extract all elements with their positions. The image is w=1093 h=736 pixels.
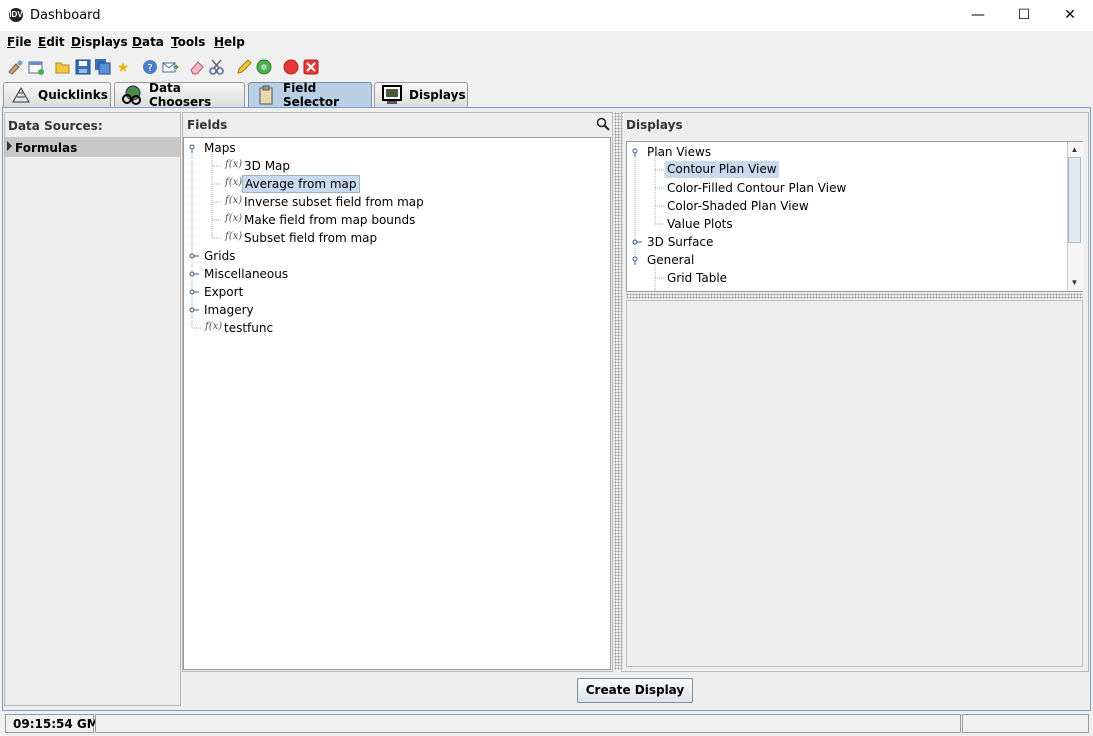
status-memory-cell [962,714,1089,733]
menu-data[interactable]: Data [132,35,164,49]
tab-data-choosers[interactable]: Data Choosers [114,81,245,109]
svg-text:?: ? [147,63,152,74]
tab-label: Quicklinks [38,88,108,102]
horizontal-splitter[interactable] [626,293,1083,299]
close-button[interactable]: ✕ [1047,0,1093,31]
scroll-up-icon[interactable]: ▲ [1068,143,1081,157]
quicklinks-icon [10,85,32,105]
tab-field-selector[interactable]: Field Selector [248,81,372,109]
favorite-star-icon[interactable]: ★ [114,58,132,76]
clipboard-icon [255,85,277,105]
menu-tools[interactable]: Tools [171,35,205,49]
expand-arrow-icon[interactable] [7,141,12,151]
stop-record-icon[interactable] [282,58,300,76]
tree-leaf[interactable]: 3D Map [244,159,290,173]
tree-node-plan-views[interactable]: Plan Views [647,145,711,159]
open-folder-icon[interactable] [54,58,72,76]
eraser-icon[interactable] [188,58,206,76]
tree-node-miscellaneous[interactable]: Miscellaneous [204,267,288,281]
function-icon: f(x) [225,231,243,242]
help-icon[interactable]: ? [141,58,159,76]
save-as-icon[interactable] [94,58,112,76]
title-bar [0,0,1093,31]
data-sources-panel [4,112,181,706]
tab-label: Displays [409,88,466,102]
close-red-icon[interactable] [302,58,320,76]
collapsed-node-icon[interactable] [188,287,200,297]
tree-leaf[interactable]: Make field from map bounds [244,213,415,227]
window-title: Dashboard [30,8,101,23]
fields-label: Fields [187,118,228,132]
collapsed-node-icon[interactable] [631,237,643,247]
menu-help[interactable]: Help [214,35,245,49]
data-source-item-label: Formulas [15,141,78,155]
tree-leaf[interactable]: Color-Shaded Plan View [667,199,809,213]
maximize-button[interactable]: ☐ [1001,0,1047,31]
menu-edit[interactable]: Edit [38,35,65,49]
new-window-icon[interactable] [27,58,45,76]
export-mail-icon[interactable] [161,58,179,76]
tree-leaf-testfunc[interactable]: testfunc [224,321,273,335]
function-icon: f(x) [205,321,223,332]
menu-bar [0,31,1093,53]
tree-node-imagery[interactable]: Imagery [204,303,254,317]
status-message-cell [95,714,961,733]
tree-leaf[interactable]: Grid Table [667,271,727,285]
tree-leaf-selected[interactable]: Contour Plan View [665,161,779,178]
tree-leaf[interactable]: Inverse subset field from map [244,195,424,209]
save-icon[interactable] [74,58,92,76]
displays-label: Displays [626,118,683,132]
tree-node-3d-surface[interactable]: 3D Surface [647,235,713,249]
tab-quicklinks[interactable]: Quicklinks [3,82,111,107]
create-display-button[interactable]: Create Display [577,678,693,703]
tree-leaf-selected[interactable]: Average from map [242,175,360,193]
app-icon: IDV [9,8,23,22]
function-icon: f(x) [225,177,243,188]
tab-displays[interactable]: Displays [374,82,468,107]
menu-displays[interactable]: Displays [71,35,128,49]
tree-leaf[interactable]: Value Plots [667,217,733,231]
search-icon[interactable] [596,117,610,131]
scroll-thumb[interactable] [1068,157,1081,243]
wizard-icon[interactable] [7,58,25,76]
tree-node-maps[interactable]: Maps [204,141,236,155]
collapsed-node-icon[interactable] [188,269,200,279]
function-icon: f(x) [225,159,243,170]
expanded-node-icon[interactable] [631,255,641,265]
tab-label: Field Selector [283,81,340,109]
tree-node-export[interactable]: Export [204,285,243,299]
function-icon: f(x) [225,195,243,206]
status-time: 09:15:54 GMT [13,717,107,731]
tree-leaf[interactable]: Color-Filled Contour Plan View [667,181,846,195]
expanded-node-icon[interactable] [631,147,641,157]
function-icon: f(x) [225,213,243,224]
data-sources-label: Data Sources: [8,119,103,133]
display-settings-area [626,300,1083,667]
tree-node-general[interactable]: General [647,253,694,267]
monitor-icon [381,85,403,105]
collapsed-node-icon[interactable] [188,305,200,315]
tab-label: Data Choosers [149,81,212,109]
data-choosers-icon [121,85,143,105]
pencil-icon[interactable] [235,58,253,76]
collapsed-node-icon[interactable] [188,251,200,261]
refresh-globe-icon[interactable] [255,58,273,76]
tree-node-grids[interactable]: Grids [204,249,235,263]
expanded-node-icon[interactable] [188,143,198,153]
scissors-icon[interactable] [208,58,226,76]
minimize-button[interactable]: — [955,0,1001,31]
scroll-down-icon[interactable]: ▼ [1068,276,1081,290]
menu-file[interactable]: File [7,35,32,49]
tree-leaf[interactable]: Subset field from map [244,231,377,245]
